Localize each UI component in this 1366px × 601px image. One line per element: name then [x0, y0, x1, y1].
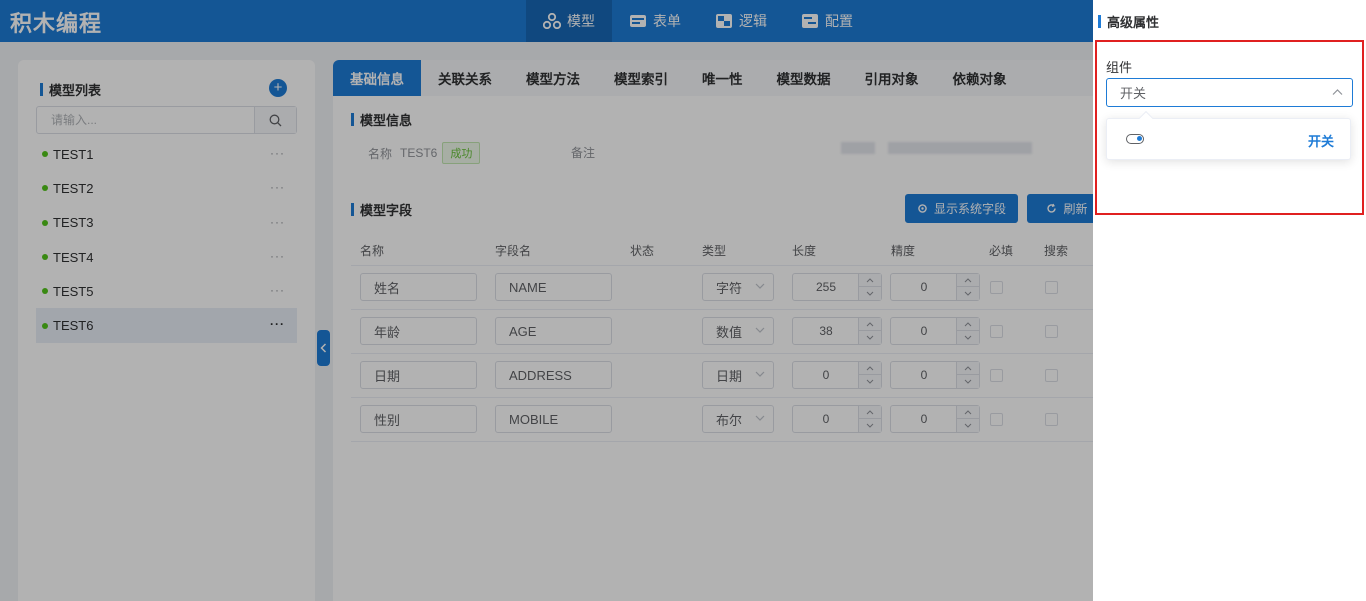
- advanced-properties-drawer: 高级属性 组件 开关 开关: [1093, 0, 1366, 601]
- drawer-title: 高级属性: [1098, 12, 1159, 31]
- switch-icon: [1126, 134, 1144, 144]
- dropdown-option-switch[interactable]: 开关: [1308, 131, 1334, 150]
- chevron-up-icon: [1332, 89, 1343, 95]
- title-bar: [1098, 15, 1101, 28]
- drawer-title-text: 高级属性: [1107, 15, 1160, 30]
- drawer-overlay[interactable]: [0, 0, 1093, 601]
- component-select-value: 开关: [1120, 86, 1147, 101]
- component-select[interactable]: 开关: [1106, 78, 1353, 107]
- component-dropdown: 开关: [1106, 110, 1351, 160]
- switch-knob: [1137, 136, 1142, 141]
- component-label: 组件: [1106, 60, 1133, 75]
